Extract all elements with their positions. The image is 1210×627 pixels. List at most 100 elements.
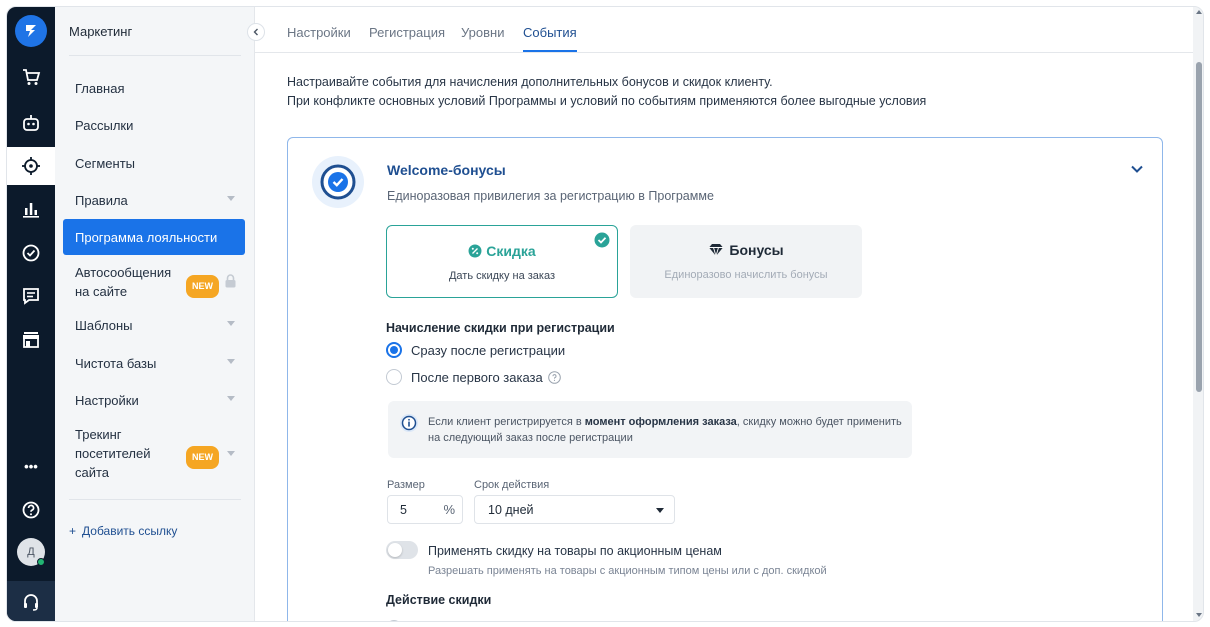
- radio-button[interactable]: [386, 369, 402, 385]
- chevron-down-icon: [227, 451, 235, 456]
- rail-tasks[interactable]: [7, 235, 55, 271]
- label-line: посетителей: [75, 446, 151, 461]
- target-icon: [22, 157, 40, 175]
- sidebar-item-label: Сегменты: [75, 155, 136, 171]
- scroll-up-arrow-icon[interactable]: [1196, 10, 1202, 14]
- sidebar-item-label: Шаблоны: [75, 317, 133, 333]
- rail-help[interactable]: [7, 492, 55, 528]
- option-subtitle: Единоразово начислить бонусы: [664, 269, 828, 281]
- new-badge: NEW: [186, 446, 219, 469]
- support-button[interactable]: [7, 581, 55, 621]
- tab-settings[interactable]: Настройки: [287, 25, 351, 40]
- add-link-label: Добавить ссылку: [82, 524, 178, 538]
- help-icon: [22, 501, 40, 519]
- option-bonuses[interactable]: Бонусы Единоразово начислить бонусы: [630, 225, 862, 298]
- chevron-down-icon: [227, 396, 235, 401]
- promo-price-toggle[interactable]: [386, 541, 418, 559]
- new-badge: NEW: [186, 275, 219, 298]
- radio-button[interactable]: [386, 620, 402, 621]
- label-line: Автосообщения: [75, 265, 172, 280]
- intro-line: При конфликте основных условий Программы…: [287, 94, 927, 108]
- store-icon: [23, 332, 39, 348]
- info-icon: [400, 414, 418, 432]
- sidebar-item-rules[interactable]: Правила: [63, 182, 245, 218]
- radio-after-registration[interactable]: Сразу после регистрации: [386, 342, 565, 358]
- online-status-dot: [37, 558, 45, 566]
- sidebar-item-label: Автосообщения на сайте: [75, 263, 171, 301]
- sidebar-item-mailings[interactable]: Рассылки: [63, 107, 245, 143]
- sidebar-item-templates[interactable]: Шаблоны: [63, 307, 245, 343]
- radio-button[interactable]: [386, 342, 402, 358]
- icon-rail: ••• Д: [7, 7, 55, 621]
- rail-marketing[interactable]: [7, 147, 55, 185]
- info-text-bold: момент оформления заказа: [584, 416, 737, 428]
- question-icon[interactable]: [547, 370, 561, 384]
- tab-levels[interactable]: Уровни: [461, 25, 504, 40]
- selected-check-icon: [594, 232, 610, 248]
- sidebar-item-loyalty-program[interactable]: Программа лояльности: [63, 219, 245, 255]
- rail-store[interactable]: [7, 322, 55, 358]
- option-subtitle: Дать скидку на заказ: [448, 270, 556, 282]
- size-label: Размер: [387, 479, 425, 491]
- main-content: Настройки Регистрация Уровни События Нас…: [255, 7, 1193, 621]
- rail-bot[interactable]: [7, 105, 55, 141]
- app-window: ••• Д Маркетинг Главная Рассылки Сегмент…: [6, 6, 1204, 622]
- validity-select[interactable]: 10 дней: [474, 495, 675, 524]
- plus-icon: +: [69, 524, 77, 538]
- rail-cart[interactable]: [7, 59, 55, 95]
- discount-size-input[interactable]: 5 %: [387, 495, 463, 524]
- sidebar-item-label: Рассылки: [75, 117, 134, 133]
- percent-badge-icon: [468, 244, 482, 258]
- sidebar-title: Маркетинг: [69, 24, 133, 39]
- info-box: Если клиент регистрируется в момент офор…: [388, 401, 912, 458]
- more-icon[interactable]: •••: [7, 448, 55, 484]
- label-line: Трекинг: [75, 427, 122, 442]
- robot-icon: [23, 115, 39, 131]
- collapse-sidebar-button[interactable]: [247, 23, 265, 41]
- app-logo[interactable]: [15, 15, 47, 47]
- sidebar: Маркетинг Главная Рассылки Сегменты Прав…: [55, 7, 265, 621]
- add-link-button[interactable]: + Добавить ссылку: [69, 524, 177, 538]
- welcome-bonus-card: Welcome-бонусы Единоразовая привилегия з…: [287, 137, 1163, 621]
- sidebar-item-settings[interactable]: Настройки: [63, 382, 245, 418]
- scrollbar[interactable]: [1193, 7, 1203, 621]
- option-discount[interactable]: Скидка Дать скидку на заказ: [386, 225, 618, 298]
- rail-analytics[interactable]: [7, 191, 55, 227]
- collapse-card-button[interactable]: [1130, 162, 1144, 177]
- size-unit: %: [443, 502, 455, 517]
- diamond-icon: [709, 244, 724, 258]
- scroll-thumb[interactable]: [1196, 62, 1202, 392]
- sidebar-item-label: Чистота базы: [75, 355, 157, 371]
- chevron-down-icon: [227, 359, 235, 364]
- sidebar-item-home[interactable]: Главная: [63, 70, 245, 106]
- sidebar-item-visitor-tracking[interactable]: Трекинг посетителей сайта NEW: [63, 421, 245, 485]
- scroll-down-arrow-icon[interactable]: [1196, 613, 1202, 617]
- sidebar-item-label: Трекинг посетителей сайта: [75, 425, 150, 482]
- chevron-down-icon: [1131, 165, 1143, 173]
- rail-chat[interactable]: [7, 278, 55, 314]
- promo-price-label: Применять скидку на товары по акционным …: [428, 544, 722, 558]
- option-title-label: Бонусы: [729, 242, 784, 258]
- info-text: Если клиент регистрируется в момент офор…: [428, 414, 903, 446]
- accrual-heading: Начисление скидки при регистрации: [386, 321, 615, 335]
- validity-value: 10 дней: [488, 503, 534, 517]
- intro-line: Настраивайте события для начисления допо…: [287, 75, 773, 89]
- sidebar-item-label: Главная: [75, 80, 125, 96]
- radio-after-first-order[interactable]: После первого заказа: [386, 369, 561, 385]
- size-value: 5: [400, 503, 407, 517]
- option-title-label: Скидка: [486, 243, 536, 259]
- sidebar-item-site-messages[interactable]: Автосообщения на сайте NEW: [63, 257, 245, 303]
- card-subtitle: Единоразовая привилегия за регистрацию в…: [387, 189, 714, 203]
- sidebar-item-label: Настройки: [75, 392, 139, 408]
- option-title: Скидка: [387, 243, 617, 259]
- tab-events[interactable]: События: [523, 25, 577, 52]
- caret-down-icon: [656, 508, 664, 513]
- info-text-part: Если клиент регистрируется в: [428, 416, 585, 428]
- sidebar-divider: [69, 499, 241, 500]
- radio-label: После первого заказа: [411, 369, 543, 385]
- lock-icon: [225, 274, 236, 288]
- sidebar-item-base-hygiene[interactable]: Чистота базы: [63, 345, 245, 381]
- sidebar-item-segments[interactable]: Сегменты: [63, 145, 245, 181]
- tab-registration[interactable]: Регистрация: [369, 25, 445, 40]
- label-line: сайта: [75, 465, 110, 480]
